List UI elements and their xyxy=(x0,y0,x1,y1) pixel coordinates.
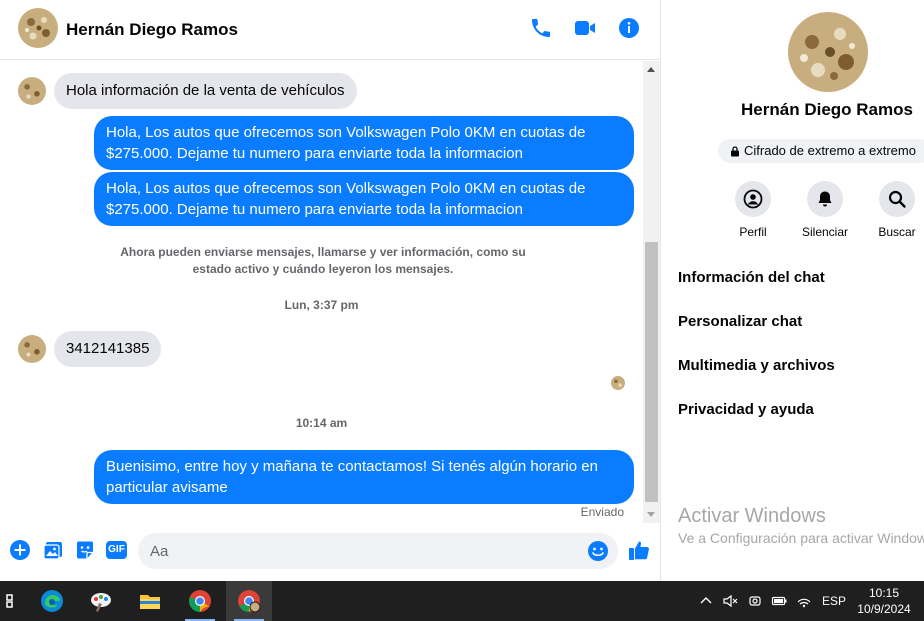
lock-icon xyxy=(731,146,739,157)
profile-icon xyxy=(743,189,763,209)
mute-button[interactable] xyxy=(807,181,843,217)
message-list: Hola información de la venta de vehículo… xyxy=(0,61,643,523)
search-button[interactable] xyxy=(879,181,915,217)
camera-icon[interactable] xyxy=(747,593,763,609)
timestamp: 10:14 am xyxy=(295,416,348,430)
chat-header: Hernán Diego Ramos xyxy=(0,0,661,60)
message-bubble[interactable]: 3412141385 xyxy=(54,331,162,367)
encryption-label: Cifrado de extremo a extremo xyxy=(744,143,916,158)
outgoing-message-bubble[interactable]: Hola, Los autos que ofrecemos son Volksw… xyxy=(94,172,634,226)
contact-name-large: Hernán Diego Ramos xyxy=(741,100,913,119)
wifi-icon[interactable] xyxy=(796,593,812,609)
scrollbar-thumb[interactable] xyxy=(645,242,658,502)
message-status: Enviado xyxy=(580,505,624,519)
folder-icon xyxy=(140,595,160,609)
menu-media-files[interactable]: Multimedia y archivos xyxy=(678,357,835,374)
seen-avatar-icon xyxy=(611,376,625,390)
emoji-icon[interactable] xyxy=(587,540,609,562)
timestamp: Lun, 3:37 pm xyxy=(284,298,359,312)
message-input-container[interactable] xyxy=(138,533,618,569)
taskbar-paint[interactable] xyxy=(78,581,124,621)
info-icon[interactable] xyxy=(617,16,641,40)
task-view-icon xyxy=(6,594,13,608)
outgoing-message-bubble[interactable]: Hola, Los autos que ofrecemos son Volksw… xyxy=(94,116,634,170)
clock-time: 10:15 xyxy=(868,586,900,600)
encryption-badge[interactable]: Cifrado de extremo a extremo xyxy=(718,139,924,163)
incoming-message: Hola información de la venta de vehículo… xyxy=(18,73,357,109)
message-bubble[interactable]: Hola información de la venta de vehículo… xyxy=(54,73,357,109)
profile-action[interactable]: Perfil xyxy=(721,181,785,239)
gif-icon[interactable]: GIF xyxy=(106,541,127,559)
task-view-button[interactable] xyxy=(0,581,26,621)
contact-name[interactable]: Hernán Diego Ramos xyxy=(66,20,238,40)
taskbar-edge[interactable] xyxy=(29,581,75,621)
taskbar: ESP 10:15 10/9/2024 xyxy=(0,581,924,621)
edge-browser-icon xyxy=(41,590,63,612)
phone-call-icon[interactable] xyxy=(529,16,553,40)
scroll-down-icon[interactable] xyxy=(647,512,655,517)
incoming-message: 3412141385 xyxy=(18,331,162,367)
menu-chat-info[interactable]: Información del chat xyxy=(678,269,825,286)
taskbar-chrome-profile[interactable] xyxy=(226,581,272,621)
profile-button[interactable] xyxy=(735,181,771,217)
composer: GIF xyxy=(0,525,661,581)
chat-pane: Hernán Diego Ramos Hola información de l… xyxy=(0,0,661,581)
taskbar-chrome[interactable] xyxy=(177,581,223,621)
chevron-up-icon[interactable] xyxy=(698,593,714,609)
search-icon xyxy=(888,190,906,208)
windows-activation-subtitle: Ve a Configuración para activar Windows. xyxy=(678,530,924,546)
contact-avatar-small[interactable] xyxy=(18,335,46,363)
clock-date: 10/9/2024 xyxy=(857,602,911,616)
battery-icon[interactable] xyxy=(771,593,787,609)
search-label: Buscar xyxy=(878,225,916,239)
scroll-up-icon[interactable] xyxy=(647,67,655,72)
message-scrollbar[interactable] xyxy=(643,61,660,523)
language-indicator[interactable]: ESP xyxy=(822,581,846,621)
contact-avatar-large[interactable] xyxy=(788,12,868,92)
taskbar-file-explorer[interactable] xyxy=(127,581,173,621)
contact-avatar[interactable] xyxy=(18,8,58,48)
paint-icon xyxy=(91,593,111,612)
chrome-profile-icon xyxy=(238,590,261,613)
video-call-icon[interactable] xyxy=(573,16,597,40)
contact-avatar-small[interactable] xyxy=(18,77,46,105)
search-action[interactable]: Buscar xyxy=(865,181,924,239)
speaker-muted-icon[interactable] xyxy=(722,593,738,609)
chat-info-panel: Hernán Diego Ramos Cifrado de extremo a … xyxy=(662,0,924,581)
chrome-icon xyxy=(189,590,211,612)
menu-customize-chat[interactable]: Personalizar chat xyxy=(678,313,802,330)
mute-label: Silenciar xyxy=(801,225,849,239)
windows-activation-title: Activar Windows xyxy=(678,505,826,527)
photo-gallery-icon[interactable] xyxy=(42,539,64,561)
taskbar-clock[interactable]: 10:15 10/9/2024 xyxy=(850,585,918,617)
sticker-icon[interactable] xyxy=(74,539,96,561)
thumbs-up-icon[interactable] xyxy=(628,539,650,561)
plus-circle-icon[interactable] xyxy=(9,539,31,561)
message-input[interactable] xyxy=(150,533,580,569)
bell-icon xyxy=(818,191,832,207)
menu-privacy-help[interactable]: Privacidad y ayuda xyxy=(678,401,814,418)
profile-label: Perfil xyxy=(739,225,767,239)
system-note: Ahora pueden enviarse mensajes, llamarse… xyxy=(120,245,526,276)
outgoing-message-bubble[interactable]: Buenisimo, entre hoy y mañana te contact… xyxy=(94,450,634,504)
mute-action[interactable]: Silenciar xyxy=(793,181,857,239)
